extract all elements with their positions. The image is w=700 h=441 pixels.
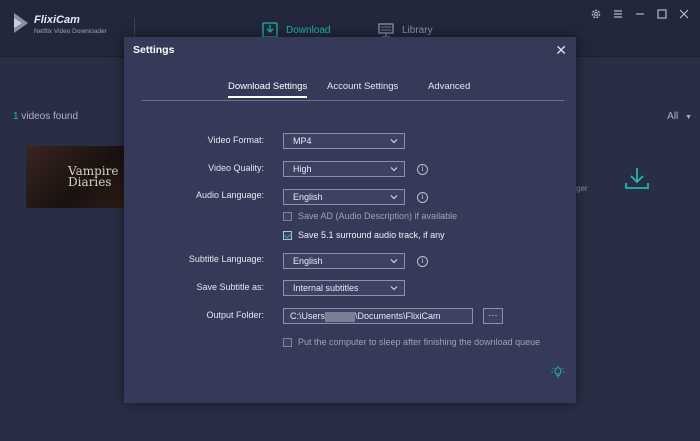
save-subtitle-select[interactable]: Internal subtitles: [283, 280, 405, 296]
video-quality-label: Video Quality:: [208, 163, 264, 173]
audio-language-select[interactable]: English: [283, 189, 405, 205]
nav-download-label: Download: [286, 24, 331, 36]
background-partial-text: ger: [576, 184, 588, 193]
output-folder-suffix: \Documents\FlixiCam: [355, 311, 441, 321]
audio-language-info-icon[interactable]: i: [417, 192, 428, 203]
app-subtitle: Netflix Video Downloader: [34, 28, 107, 35]
audio-language-value: English: [293, 192, 323, 202]
caret-down-icon: ▼: [685, 114, 692, 121]
sleep-checkbox[interactable]: [283, 337, 292, 347]
tab-account-settings[interactable]: Account Settings: [327, 81, 398, 92]
subtitle-language-label: Subtitle Language:: [188, 254, 264, 264]
thumbnail-title: Vampire Diaries: [68, 164, 119, 189]
output-folder-prefix: C:\Users: [290, 311, 326, 321]
video-format-select[interactable]: MP4: [283, 133, 405, 149]
filter-dropdown[interactable]: All ▼: [667, 111, 692, 122]
audio-language-label: Audio Language:: [195, 190, 264, 200]
menu-icon[interactable]: [612, 8, 624, 20]
videos-found-text: 1 videos found: [13, 111, 78, 122]
save-ad-checkbox[interactable]: [283, 211, 292, 221]
subtitle-language-info-icon[interactable]: i: [417, 256, 428, 267]
chevron-down-icon: [390, 139, 398, 144]
video-format-value: MP4: [293, 136, 312, 146]
save-51-checkbox[interactable]: [283, 230, 292, 240]
video-quality-value: High: [293, 164, 312, 174]
close-icon[interactable]: [678, 8, 690, 20]
filter-label: All: [667, 111, 679, 122]
close-icon[interactable]: ✕: [555, 43, 567, 57]
maximize-icon[interactable]: [656, 8, 668, 20]
video-format-label: Video Format:: [207, 135, 264, 145]
save-ad-label: Save AD (Audio Description) if available: [298, 211, 458, 221]
minimize-icon[interactable]: [634, 8, 646, 20]
video-quality-select[interactable]: High: [283, 161, 405, 177]
videos-found-label: videos found: [18, 111, 79, 122]
settings-tabs: Download Settings Account Settings Advan…: [142, 81, 564, 101]
chevron-down-icon: [390, 286, 398, 291]
sleep-label: Put the computer to sleep after finishin…: [298, 337, 541, 347]
download-icon: [262, 22, 278, 38]
settings-title: Settings: [133, 44, 175, 56]
save-ad-option[interactable]: Save AD (Audio Description) if available: [283, 211, 457, 221]
chevron-down-icon: [390, 195, 398, 200]
tab-download-settings[interactable]: Download Settings: [228, 81, 308, 98]
save-subtitle-value: Internal subtitles: [293, 283, 359, 293]
redacted-username: [325, 311, 356, 322]
video-quality-info-icon[interactable]: i: [417, 164, 428, 175]
save-51-option[interactable]: Save 5.1 surround audio track, if any: [283, 230, 445, 240]
nav-library-label: Library: [402, 24, 433, 36]
chevron-down-icon: [390, 259, 398, 264]
output-folder-label: Output Folder:: [206, 310, 264, 320]
settings-dialog: Settings ✕ Download Settings Account Set…: [124, 37, 576, 403]
browse-folder-button[interactable]: ···: [483, 308, 503, 324]
save-subtitle-label: Save Subtitle as:: [196, 282, 264, 292]
window-controls: [590, 8, 690, 20]
save-51-label: Save 5.1 surround audio track, if any: [298, 230, 445, 240]
subtitle-language-value: English: [293, 256, 323, 266]
flixicam-logo-icon: [14, 13, 28, 33]
lightbulb-icon[interactable]: [551, 365, 565, 379]
download-video-icon[interactable]: [624, 166, 650, 190]
monitor-icon: [378, 22, 394, 38]
subtitle-language-select[interactable]: English: [283, 253, 405, 269]
sleep-option[interactable]: Put the computer to sleep after finishin…: [283, 337, 540, 347]
gear-icon[interactable]: [590, 8, 602, 20]
chevron-down-icon: [390, 167, 398, 172]
output-folder-input[interactable]: C:\Users \Documents\FlixiCam: [283, 308, 473, 324]
app-name: FlixiCam: [34, 14, 80, 26]
tab-advanced[interactable]: Advanced: [428, 81, 470, 92]
video-thumbnail[interactable]: Vampire Diaries: [26, 146, 124, 208]
